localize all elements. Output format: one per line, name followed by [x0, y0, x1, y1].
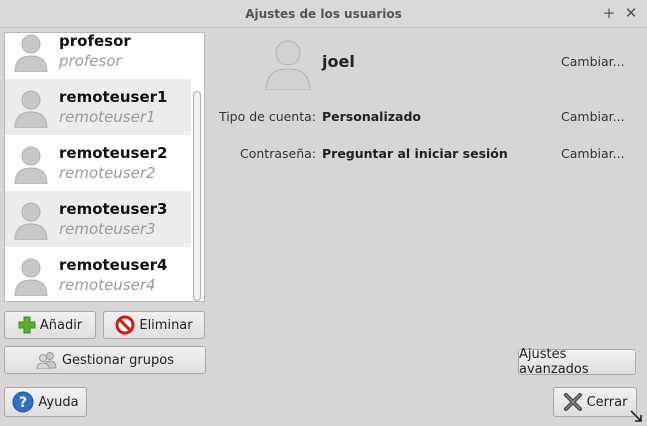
manage-groups-button[interactable]: Gestionar grupos [4, 346, 206, 374]
user-list-item[interactable]: remoteuser1 remoteuser1 [5, 79, 191, 135]
user-name: remoteuser4 [59, 256, 168, 274]
maximize-button[interactable]: + [600, 4, 618, 22]
user-list-item[interactable]: profesor profesor [5, 32, 191, 79]
green-plus-icon [18, 316, 36, 334]
user-list-item[interactable]: remoteuser2 remoteuser2 [5, 135, 191, 191]
user-list-scrollbar[interactable] [193, 91, 201, 301]
remove-user-label: Eliminar [139, 317, 193, 333]
advanced-settings-button[interactable]: Ajustes avanzados [518, 347, 636, 377]
user-avatar-icon[interactable] [263, 38, 313, 90]
users-settings-window: profesor profesor remoteuser1 remoteuser… [0, 28, 647, 426]
account-type-value: Personalizado [322, 109, 421, 124]
title-bar: Ajustes de los usuarios + ✕ [0, 0, 647, 28]
password-value: Preguntar al iniciar sesión [322, 146, 508, 161]
user-avatar-icon [14, 90, 48, 128]
close-button[interactable]: Cerrar [553, 387, 637, 417]
add-user-button[interactable]: Añadir [4, 311, 96, 339]
password-label: Contraseña: [240, 146, 316, 161]
help-button[interactable]: ? Ayuda [4, 387, 87, 417]
user-login: remoteuser4 [59, 276, 156, 294]
resize-grip-icon[interactable] [629, 409, 643, 423]
user-name: remoteuser2 [59, 144, 168, 162]
user-name: remoteuser3 [59, 200, 168, 218]
user-login: profesor [59, 52, 122, 70]
user-login: remoteuser1 [59, 108, 156, 126]
change-account-type-link[interactable]: Cambiar... [561, 109, 625, 124]
user-name: remoteuser1 [59, 88, 168, 106]
user-login: remoteuser3 [59, 220, 156, 238]
red-no-entry-icon [115, 315, 135, 335]
user-list-item[interactable]: remoteuser4 remoteuser4 [5, 247, 191, 301]
user-list: profesor profesor remoteuser1 remoteuser… [4, 32, 205, 302]
advanced-settings-label: Ajustes avanzados [519, 347, 589, 377]
help-label: Ayuda [38, 394, 79, 410]
manage-groups-label: Gestionar grupos [61, 352, 174, 368]
window-title: Ajustes de los usuarios [245, 7, 402, 21]
users-group-icon [36, 352, 57, 369]
user-avatar-icon [14, 202, 48, 240]
user-avatar-icon [14, 146, 48, 184]
blue-question-icon: ? [12, 391, 34, 413]
add-user-label: Añadir [39, 317, 83, 333]
user-avatar-icon [14, 258, 48, 296]
account-type-label: Tipo de cuenta: [218, 109, 316, 124]
user-login: remoteuser2 [59, 164, 156, 182]
user-avatar-icon [14, 34, 48, 72]
remove-user-button[interactable]: Eliminar [103, 311, 205, 339]
change-name-link[interactable]: Cambiar... [561, 54, 625, 69]
x-icon [563, 393, 582, 411]
display-name: joel [322, 52, 355, 71]
close-window-button[interactable]: ✕ [622, 4, 640, 22]
svg-text:?: ? [19, 395, 27, 411]
user-name: profesor [59, 32, 131, 50]
user-list-item[interactable]: remoteuser3 remoteuser3 [5, 191, 191, 247]
close-label: Cerrar [586, 394, 628, 410]
change-password-link[interactable]: Cambiar... [561, 146, 625, 161]
